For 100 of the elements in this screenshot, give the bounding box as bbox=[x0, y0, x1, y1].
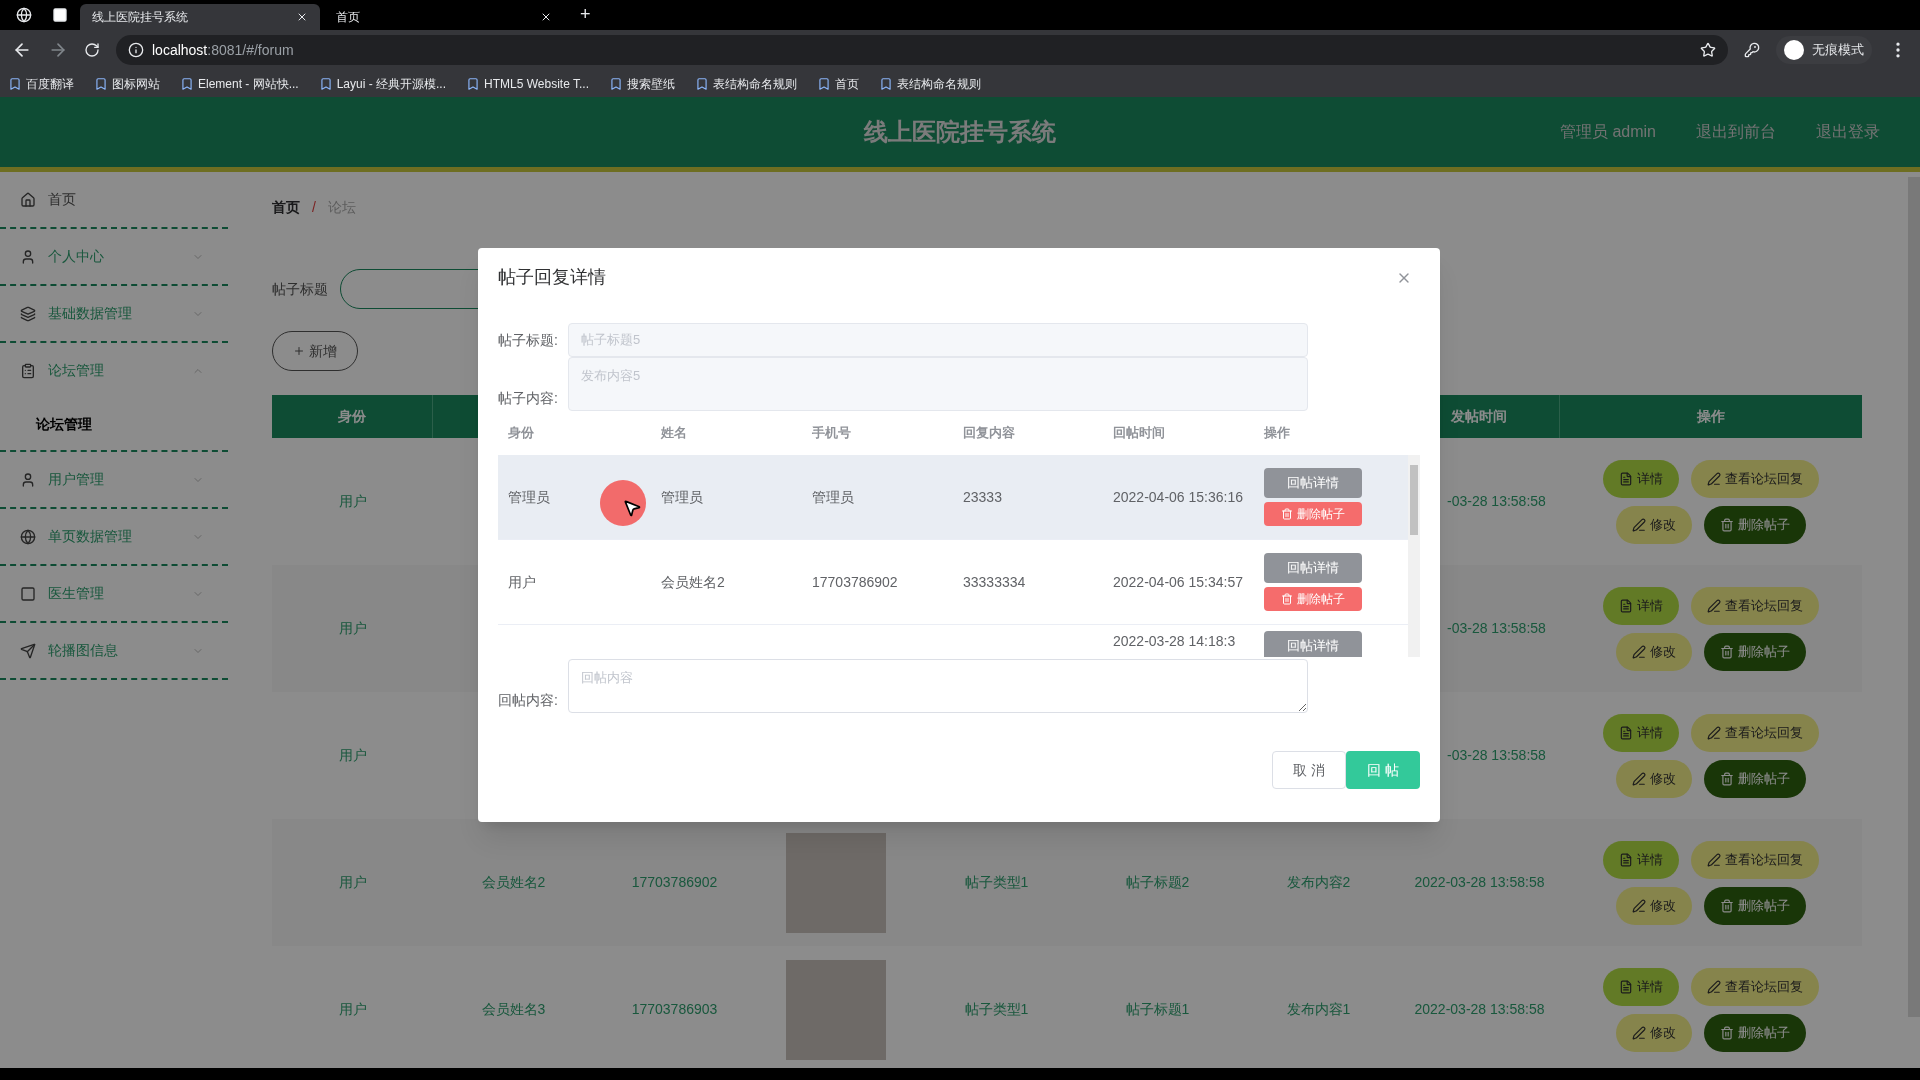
action-button[interactable]: 详情 bbox=[1603, 713, 1679, 752]
menu-item-icon bbox=[20, 362, 36, 379]
action-button[interactable]: 查看论坛回复 bbox=[1691, 840, 1819, 879]
button-icon bbox=[1720, 1025, 1734, 1040]
sidebar-item[interactable]: 单页数据管理 bbox=[0, 509, 228, 564]
action-button[interactable]: 查看论坛回复 bbox=[1691, 713, 1819, 752]
button-icon bbox=[1707, 979, 1721, 994]
bookmark-icon bbox=[466, 76, 481, 91]
table-cell-text: -03-28 13:58:58 bbox=[1447, 746, 1546, 765]
action-button[interactable]: 修改 bbox=[1616, 1013, 1692, 1052]
button-icon bbox=[1619, 979, 1633, 994]
bookmark-icon bbox=[817, 76, 831, 91]
bookmark[interactable]: Element - 网站快... bbox=[180, 74, 299, 93]
table-cell-text: 2022-03-28 13:58:58 bbox=[1414, 873, 1545, 892]
bookmark-icon bbox=[879, 76, 893, 91]
column-header: 操作 bbox=[1264, 425, 1290, 441]
bookmark[interactable]: 图标网站 bbox=[94, 74, 160, 93]
bookmark[interactable]: 表结构命名规则 bbox=[695, 74, 797, 93]
action-button[interactable]: 删除帖子 bbox=[1704, 886, 1806, 925]
action-button[interactable]: 详情 bbox=[1603, 459, 1679, 498]
action-button[interactable]: 修改 bbox=[1616, 759, 1692, 798]
button-icon bbox=[1707, 598, 1721, 613]
bookmark[interactable]: Layui - 经典开源模... bbox=[318, 74, 447, 93]
table-cell-text: 会员姓名2 bbox=[481, 873, 546, 892]
column-header: 身份 bbox=[338, 407, 366, 426]
table-cell: 2022-04-06 15:34:57 bbox=[1113, 573, 1243, 590]
bookmark[interactable]: 百度翻译 bbox=[8, 74, 74, 93]
sidebar-item[interactable]: 轮播图信息 bbox=[0, 623, 228, 678]
table-cell: 管理员 bbox=[812, 488, 854, 505]
action-button[interactable]: 修改 bbox=[1616, 505, 1692, 544]
button-icon bbox=[1720, 771, 1734, 786]
sidebar-item[interactable]: 论坛管理 bbox=[0, 343, 228, 398]
reply-detail-button[interactable]: 回帖详情 bbox=[1264, 468, 1362, 498]
column-header: 姓名 bbox=[661, 425, 687, 441]
action-button[interactable]: 查看论坛回复 bbox=[1691, 967, 1819, 1006]
reload-icon[interactable] bbox=[84, 42, 100, 58]
bookmark[interactable]: 首页 bbox=[817, 74, 859, 93]
table-cell: 33333334 bbox=[963, 573, 1026, 590]
action-button[interactable]: 删除帖子 bbox=[1704, 1013, 1806, 1052]
reply-detail-button[interactable]: 回帖详情 bbox=[1264, 553, 1362, 583]
field-label: 帖子内容: bbox=[498, 389, 559, 408]
close-icon[interactable] bbox=[296, 11, 308, 23]
table-cell: 管理员 bbox=[508, 488, 550, 505]
dialog-title: 帖子回复详情 bbox=[498, 266, 606, 289]
table-cell-text: 发布内容1 bbox=[1286, 1000, 1351, 1019]
column-header: 发帖时间 bbox=[1451, 407, 1507, 426]
profile-chip[interactable]: 无痕模式 bbox=[1776, 36, 1872, 64]
breadcrumb-separator: / bbox=[312, 197, 316, 217]
bookmark-icon bbox=[8, 76, 22, 91]
bookmark-icon bbox=[318, 76, 333, 91]
action-button[interactable]: 详情 bbox=[1603, 586, 1679, 625]
table-cell: 管理员 bbox=[661, 488, 703, 505]
browser-tab[interactable]: 线上医院挂号系统 bbox=[80, 4, 320, 30]
trash-icon bbox=[1281, 508, 1293, 520]
action-button[interactable]: 查看论坛回复 bbox=[1691, 586, 1819, 625]
action-button[interactable]: 修改 bbox=[1616, 886, 1692, 925]
browser-icon[interactable] bbox=[16, 7, 32, 23]
sidebar-item[interactable]: 首页 bbox=[0, 172, 228, 227]
bookmark[interactable]: HTML5 Website T... bbox=[466, 74, 589, 93]
delete-reply-button[interactable]: 删除帖子 bbox=[1264, 587, 1362, 611]
action-button[interactable]: 查看论坛回复 bbox=[1691, 459, 1819, 498]
table-cell: 2022-04-06 15:36:16 bbox=[1113, 488, 1243, 505]
table-cell-text: 2022-03-28 13:58:58 bbox=[1414, 1000, 1545, 1019]
action-button[interactable]: 修改 bbox=[1616, 632, 1692, 671]
submenu-item[interactable]: 论坛管理 bbox=[0, 398, 228, 450]
table-cell-text: 帖子标题2 bbox=[1125, 873, 1190, 892]
sidebar-item[interactable]: 个人中心 bbox=[0, 229, 228, 284]
table-cell-text: 17703786903 bbox=[631, 1000, 718, 1019]
search-label: 帖子标题 bbox=[272, 279, 328, 299]
button-icon bbox=[1632, 898, 1646, 913]
address-bar[interactable]: localhost:8081/#/forum bbox=[116, 35, 1728, 65]
button-icon bbox=[1707, 471, 1721, 486]
close-icon[interactable] bbox=[540, 11, 552, 23]
action-button[interactable]: 删除帖子 bbox=[1704, 632, 1806, 671]
breadcrumb-link[interactable]: 首页 bbox=[272, 196, 300, 218]
bookmark[interactable]: 表结构命名规则 bbox=[879, 74, 981, 93]
delete-reply-button[interactable]: 删除帖子 bbox=[1264, 502, 1362, 526]
key-icon[interactable] bbox=[1744, 42, 1760, 58]
sidebar-item[interactable]: 基础数据管理 bbox=[0, 286, 228, 341]
button-icon bbox=[1632, 517, 1646, 532]
sidebar-item[interactable]: 用户管理 bbox=[0, 452, 228, 507]
column-header: 手机号 bbox=[812, 425, 851, 441]
button-icon bbox=[1707, 725, 1721, 740]
new-tab-button[interactable]: + bbox=[568, 1, 603, 28]
button-icon bbox=[1619, 471, 1633, 486]
button-icon bbox=[1619, 725, 1633, 740]
window-icon[interactable] bbox=[52, 7, 68, 23]
table-cell-text: 用户 bbox=[338, 873, 367, 892]
action-button[interactable]: 详情 bbox=[1603, 840, 1679, 879]
reply-detail-button[interactable]: 回帖详情 bbox=[1264, 631, 1362, 657]
action-button[interactable]: 删除帖子 bbox=[1704, 759, 1806, 798]
bookmark[interactable]: 搜索壁纸 bbox=[609, 74, 675, 93]
sidebar-item[interactable]: 医生管理 bbox=[0, 566, 228, 621]
table-cell-text: 17703786902 bbox=[631, 873, 718, 892]
table-cell-text: 帖子类型1 bbox=[964, 873, 1029, 892]
button-icon bbox=[1632, 644, 1646, 659]
action-button[interactable]: 删除帖子 bbox=[1704, 505, 1806, 544]
star-icon[interactable] bbox=[1700, 42, 1716, 58]
table-cell: 23333 bbox=[963, 488, 1002, 505]
action-button[interactable]: 详情 bbox=[1603, 967, 1679, 1006]
